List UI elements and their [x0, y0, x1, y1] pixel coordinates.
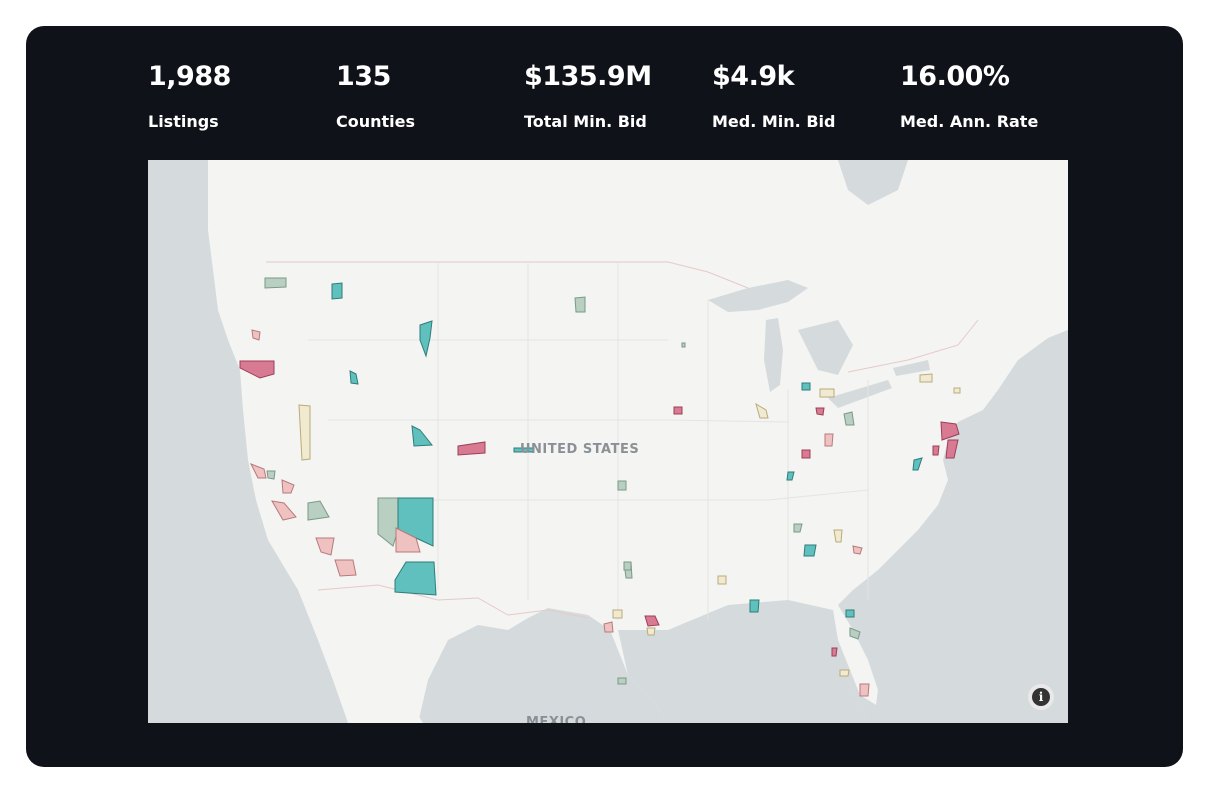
county-polygon[interactable] — [801, 382, 811, 391]
county-polygon[interactable] — [603, 621, 614, 633]
metric-label: Med. Min. Bid — [712, 112, 836, 131]
county-polygon[interactable] — [801, 449, 811, 459]
county-map[interactable]: UNITED STATES MEXICO i — [148, 160, 1068, 723]
country-label: UNITED STATES — [520, 442, 639, 457]
metric-value: 135 — [336, 61, 391, 92]
county-polygon[interactable] — [793, 523, 803, 533]
county-polygon[interactable] — [749, 599, 760, 613]
metric-total-min-bid: $135.9M Total Min. Bid — [524, 60, 652, 132]
metric-label: Counties — [336, 112, 416, 131]
county-polygon[interactable] — [833, 529, 843, 543]
metric-label: Med. Ann. Rate — [900, 112, 1039, 131]
county-polygon[interactable] — [803, 544, 817, 557]
dashboard-card: 1,988 Listings 135 Counties $135.9M Tota… — [26, 26, 1183, 767]
county-polygon[interactable] — [953, 387, 961, 394]
metric-counties: 135 Counties — [336, 60, 415, 132]
metric-value: 1,988 — [148, 61, 231, 92]
county-polygon[interactable] — [266, 470, 276, 480]
county-polygon[interactable] — [843, 411, 855, 426]
metric-value: $4.9k — [712, 61, 795, 92]
metric-median-annual-rate: 16.00% Med. Ann. Rate — [900, 60, 1038, 132]
county-polygon[interactable] — [681, 342, 686, 348]
county-polygon[interactable] — [852, 545, 863, 555]
county-polygon[interactable] — [617, 677, 627, 685]
county-polygon[interactable] — [845, 609, 855, 618]
county-polygon[interactable] — [824, 433, 834, 447]
county-polygon[interactable] — [819, 388, 835, 398]
info-icon: i — [1032, 688, 1050, 706]
county-polygon[interactable] — [932, 445, 940, 456]
metric-listings: 1,988 Listings — [148, 60, 231, 132]
metric-value: $135.9M — [524, 61, 652, 92]
county-polygon[interactable] — [617, 480, 627, 491]
map-canvas[interactable]: UNITED STATES MEXICO — [148, 160, 1068, 723]
county-polygon[interactable] — [331, 282, 343, 300]
metric-label: Listings — [148, 112, 219, 131]
county-polygon[interactable] — [646, 627, 656, 636]
county-polygon[interactable] — [717, 575, 727, 585]
metric-median-min-bid: $4.9k Med. Min. Bid — [712, 60, 835, 132]
county-polygon[interactable] — [623, 561, 632, 571]
county-polygon[interactable] — [919, 373, 933, 383]
county-polygon[interactable] — [264, 277, 287, 289]
metric-label: Total Min. Bid — [524, 112, 647, 131]
county-polygon[interactable] — [831, 647, 838, 657]
county-polygon[interactable] — [815, 407, 825, 416]
metric-value: 16.00% — [900, 61, 1010, 92]
county-polygon[interactable] — [612, 609, 623, 619]
county-polygon[interactable] — [859, 683, 870, 697]
county-polygon[interactable] — [574, 296, 586, 313]
neighbor-country-label: MEXICO — [526, 715, 586, 723]
county-polygon[interactable] — [673, 406, 683, 415]
county-polygon[interactable] — [251, 329, 261, 341]
county-polygon[interactable] — [839, 669, 850, 677]
map-info-button[interactable]: i — [1028, 684, 1054, 710]
